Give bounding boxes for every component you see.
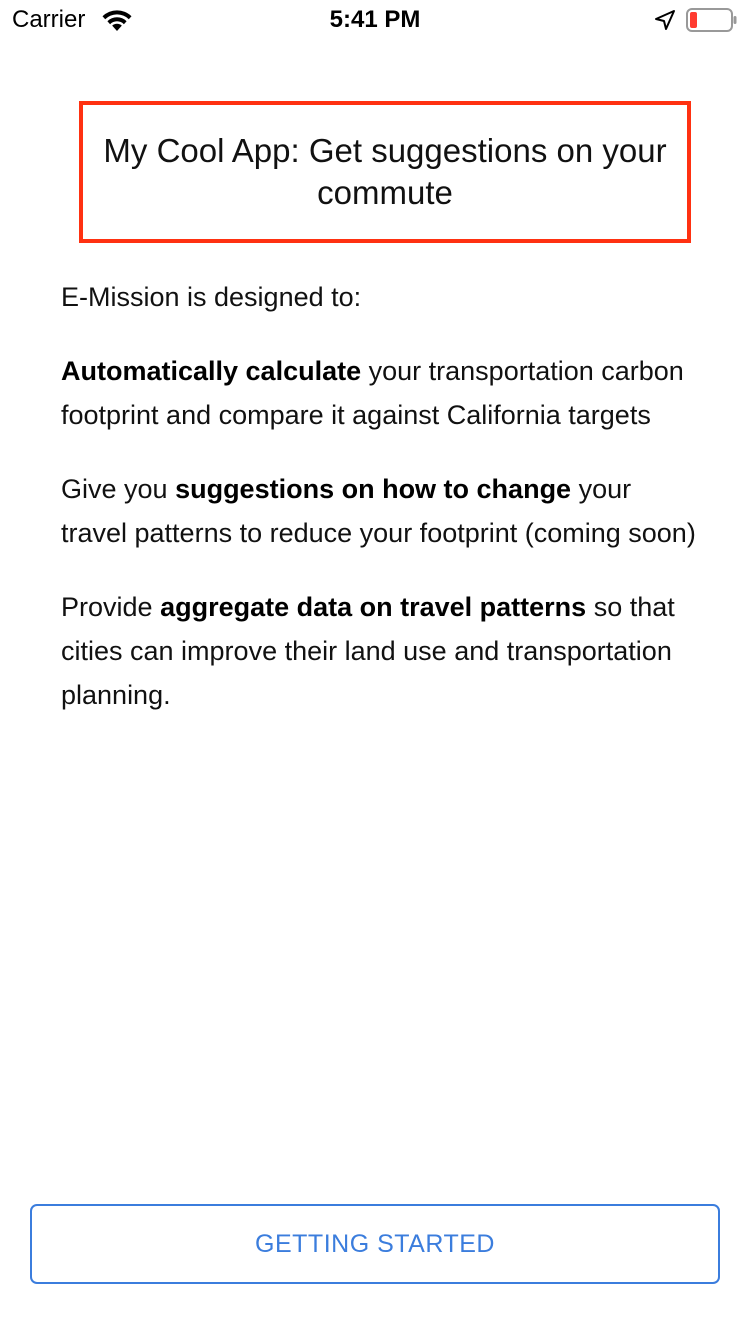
- feature-text: Provide: [61, 592, 161, 622]
- status-bar: Carrier 5:41 PM: [0, 0, 750, 40]
- app-description: E-Mission is designed to: Automatically …: [61, 275, 701, 747]
- feature-paragraph: Provide aggregate data on travel pattern…: [61, 585, 701, 717]
- getting-started-button[interactable]: GETTING STARTED: [30, 1204, 720, 1284]
- intro-text: E-Mission is designed to:: [61, 282, 362, 312]
- page-title: My Cool App: Get suggestions on your com…: [103, 132, 667, 211]
- location-arrow-icon: [655, 10, 675, 30]
- feature-highlight: aggregate data on travel patterns: [160, 592, 587, 622]
- feature-highlight: suggestions on how to change: [175, 474, 572, 504]
- feature-paragraph: Automatically calculate your transportat…: [61, 349, 701, 437]
- feature-text: Give you: [61, 474, 176, 504]
- feature-highlight: Automatically calculate: [61, 356, 362, 386]
- feature-paragraph: Give you suggestions on how to change yo…: [61, 467, 701, 555]
- title-highlight-box: My Cool App: Get suggestions on your com…: [79, 101, 691, 243]
- battery-low-icon: [686, 8, 737, 32]
- clock: 5:41 PM: [329, 6, 421, 33]
